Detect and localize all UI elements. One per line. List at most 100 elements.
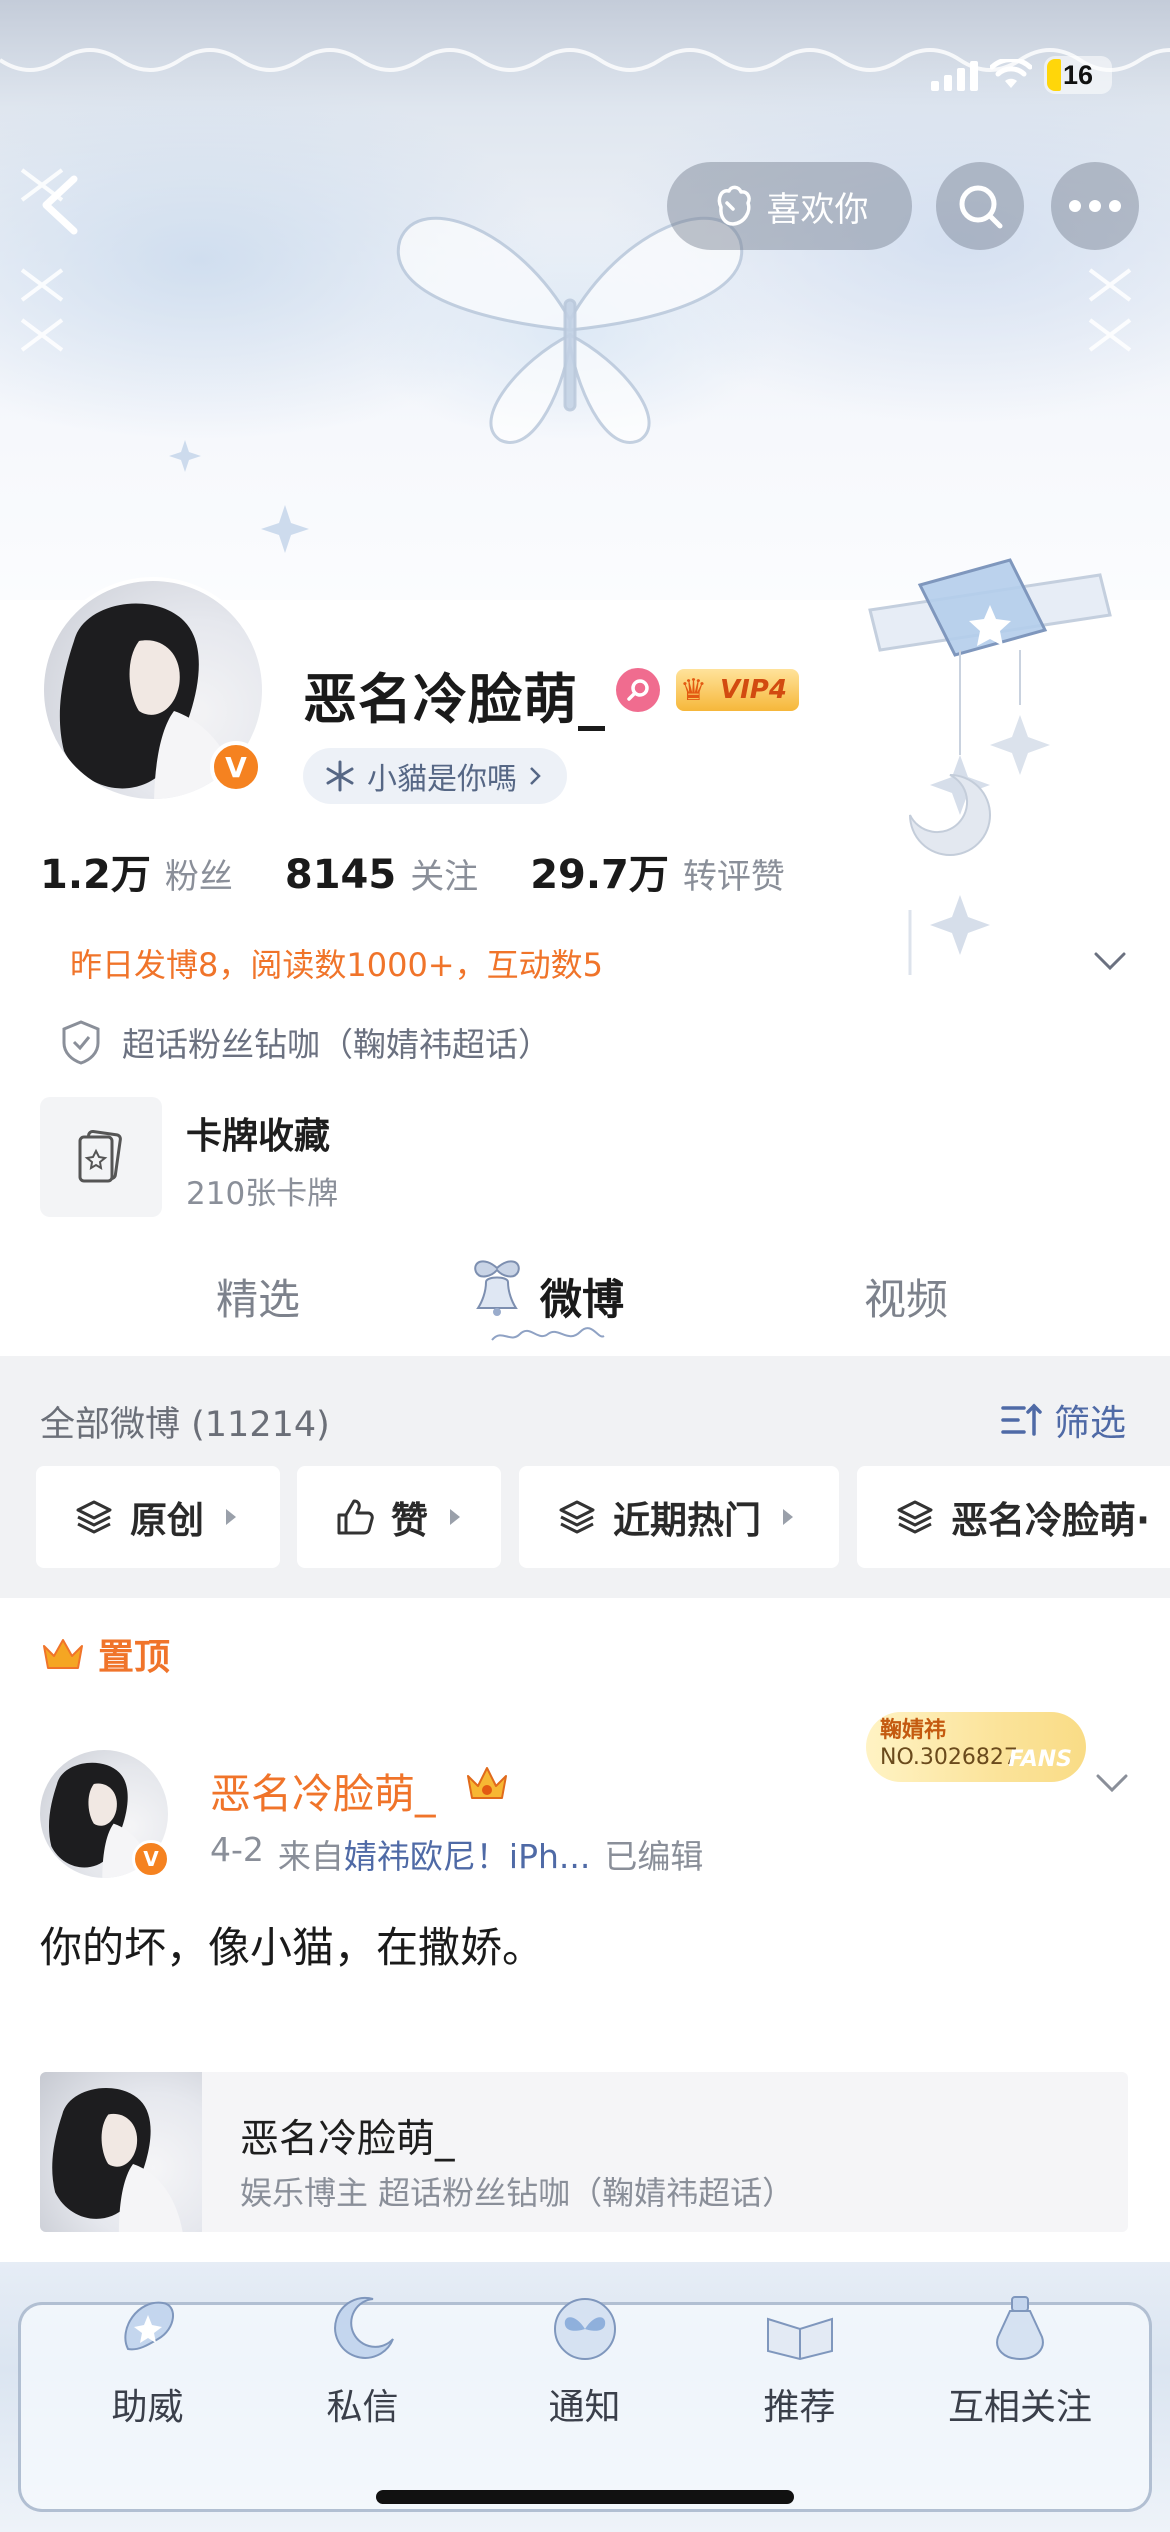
post-edited: 已编辑 bbox=[604, 1837, 704, 1876]
more-button[interactable] bbox=[1051, 162, 1139, 250]
verified-icon: V bbox=[132, 1840, 170, 1878]
yesterday-summary[interactable]: 昨日发博8，阅读数1000+，互动数5 bbox=[70, 940, 603, 986]
fans-badge[interactable]: 鞠婧祎 NO.3026827 FANS bbox=[866, 1712, 1086, 1782]
status-bar: 16 bbox=[0, 0, 1170, 140]
profile-avatar[interactable]: V bbox=[40, 577, 266, 803]
following-stat[interactable]: 8145 关注 bbox=[285, 849, 478, 898]
following-count: 8145 bbox=[284, 852, 397, 898]
snowflake-icon bbox=[326, 760, 354, 792]
battery-icon: 16 bbox=[1044, 56, 1112, 94]
following-label: 关注 bbox=[410, 857, 479, 897]
fans-badge-word: FANS bbox=[1008, 1747, 1072, 1772]
back-button[interactable] bbox=[30, 165, 90, 245]
nav-recommend-label: 推荐 bbox=[763, 2387, 836, 2428]
chevron-down-icon[interactable] bbox=[1090, 940, 1130, 980]
layers-icon bbox=[76, 1500, 112, 1534]
triangle-right-icon bbox=[226, 1509, 236, 1525]
chip-original-label: 原创 bbox=[130, 1499, 204, 1542]
chip-original[interactable]: 原创 bbox=[36, 1466, 280, 1568]
signal-icon bbox=[931, 59, 978, 91]
triangle-right-icon bbox=[783, 1509, 793, 1525]
triangle-right-icon bbox=[450, 1509, 460, 1525]
quoted-profile-card[interactable]: 恶名冷脸萌_ 娱乐博主 超话粉丝钻咖（鞠婧祎超话） bbox=[40, 2072, 1128, 2232]
hand-heart-icon bbox=[717, 185, 751, 226]
supertopic-label: 超话粉丝钻咖（鞠婧祎超话） bbox=[122, 1025, 551, 1064]
verified-icon: V bbox=[210, 741, 262, 793]
potion-bottle-icon bbox=[975, 2284, 1065, 2374]
crown-icon: ♛ bbox=[680, 673, 707, 708]
shield-icon bbox=[62, 1020, 100, 1065]
book-ornament bbox=[868, 558, 1112, 975]
chevron-right-icon bbox=[530, 767, 541, 785]
open-book-icon bbox=[755, 2284, 845, 2374]
battery-level: 16 bbox=[1062, 59, 1094, 90]
search-button[interactable] bbox=[936, 162, 1024, 250]
filter-label: 筛选 bbox=[1053, 1403, 1126, 1444]
fans-badge-name: 鞠婧祎 bbox=[880, 1718, 947, 1743]
like-you-button[interactable]: 喜欢你 bbox=[667, 162, 912, 250]
more-icon bbox=[1069, 200, 1121, 212]
engagement-label: 转评赞 bbox=[682, 857, 785, 897]
profile-stats: 1.2万 粉丝 8145 关注 29.7万 转评赞 bbox=[40, 842, 837, 900]
chip-recent-hot[interactable]: 近期热门 bbox=[519, 1466, 839, 1568]
profile-tabs: 精选 微博 视频 bbox=[0, 1240, 1170, 1356]
quoted-profile-thumbnail bbox=[40, 2072, 202, 2232]
filter-icon bbox=[1001, 1403, 1042, 1436]
card-collection-count: 210张卡牌 bbox=[186, 1176, 339, 1212]
signature-text: 小貓是你嗎 bbox=[367, 762, 517, 797]
engagement-count: 29.7万 bbox=[530, 852, 669, 898]
crown-icon bbox=[43, 1639, 83, 1669]
vip-label: VIP4 bbox=[720, 675, 787, 705]
post-source[interactable]: 婧祎欧尼！iPh... bbox=[344, 1837, 590, 1876]
all-posts-count: 全部微博 (11214) bbox=[40, 1405, 330, 1445]
pinned-text: 置顶 bbox=[98, 1637, 171, 1678]
vip-badge[interactable]: ♛ VIP4 bbox=[676, 669, 799, 711]
card-collection-title[interactable]: 卡牌收藏 bbox=[186, 1107, 330, 1159]
like-you-label: 喜欢你 bbox=[766, 189, 869, 230]
nav-cheer[interactable]: 助威 bbox=[90, 2262, 205, 2532]
pinned-label: 置顶 bbox=[40, 1628, 170, 1680]
angel-blessing-script-icon bbox=[491, 1327, 605, 1341]
tab-weibo[interactable]: 微博 bbox=[540, 1266, 624, 1327]
status-icons: 16 bbox=[931, 52, 1112, 98]
nav-notifications-label: 通知 bbox=[548, 2387, 621, 2428]
search-icon bbox=[959, 185, 1003, 229]
engagement-stat[interactable]: 29.7万 转评赞 bbox=[530, 842, 785, 900]
butterfly-frame-icon bbox=[540, 2284, 630, 2374]
profile-username: 恶名冷脸萌_ bbox=[303, 668, 606, 731]
chip-liked-label: 赞 bbox=[391, 1499, 428, 1542]
chip-user-topic[interactable]: 恶名冷脸萌· bbox=[857, 1466, 1170, 1568]
post-author-name[interactable]: 恶名冷脸萌_ bbox=[210, 1760, 436, 1820]
search-badge-icon[interactable] bbox=[616, 668, 660, 712]
post-date: 4-2 bbox=[210, 1830, 264, 1869]
quoted-profile-subtitle: 娱乐博主 超话粉丝钻咖（鞠婧祎超话） bbox=[240, 2174, 795, 2212]
tab-featured[interactable]: 精选 bbox=[216, 1266, 300, 1327]
followers-count: 1.2万 bbox=[40, 852, 151, 898]
post-avatar[interactable]: V bbox=[40, 1750, 170, 1878]
chevron-down-icon[interactable] bbox=[1092, 1762, 1132, 1802]
thumbs-up-icon bbox=[337, 1499, 374, 1535]
nav-mutual-follow[interactable]: 互相关注 bbox=[935, 2262, 1105, 2532]
filter-area: 全部微博 (11214) 筛选 原创 赞 近期热门 恶名冷脸萌· bbox=[0, 1356, 1170, 1598]
signature-pill[interactable]: 小貓是你嗎 bbox=[303, 748, 567, 804]
chip-recent-hot-label: 近期热门 bbox=[613, 1499, 761, 1542]
bell-bow-icon bbox=[474, 1260, 520, 1316]
card-icon bbox=[78, 1130, 122, 1183]
supertopic-row[interactable]: 超话粉丝钻咖（鞠婧祎超话） bbox=[60, 1018, 551, 1066]
followers-label: 粉丝 bbox=[164, 857, 233, 897]
wifi-icon bbox=[990, 59, 1032, 88]
filter-button[interactable]: 筛选 bbox=[1000, 1394, 1126, 1446]
post-meta: 4-2 来自婧祎欧尼！iPh... 已编辑 bbox=[210, 1830, 703, 1878]
quoted-profile-name: 恶名冷脸萌_ bbox=[240, 2117, 455, 2162]
home-indicator[interactable] bbox=[376, 2490, 794, 2504]
card-collection-icon-box[interactable] bbox=[40, 1097, 162, 1217]
vip-crown-icon bbox=[467, 1767, 507, 1799]
tab-video[interactable]: 视频 bbox=[864, 1266, 948, 1327]
name-badges: ♛ VIP4 bbox=[616, 668, 799, 712]
layers-icon bbox=[559, 1500, 595, 1534]
chevron-left-icon bbox=[42, 175, 78, 235]
chip-liked[interactable]: 赞 bbox=[297, 1466, 501, 1568]
nav-cheer-label: 助威 bbox=[111, 2387, 184, 2428]
post-from-prefix: 来自 bbox=[277, 1837, 344, 1876]
followers-stat[interactable]: 1.2万 粉丝 bbox=[40, 842, 233, 900]
